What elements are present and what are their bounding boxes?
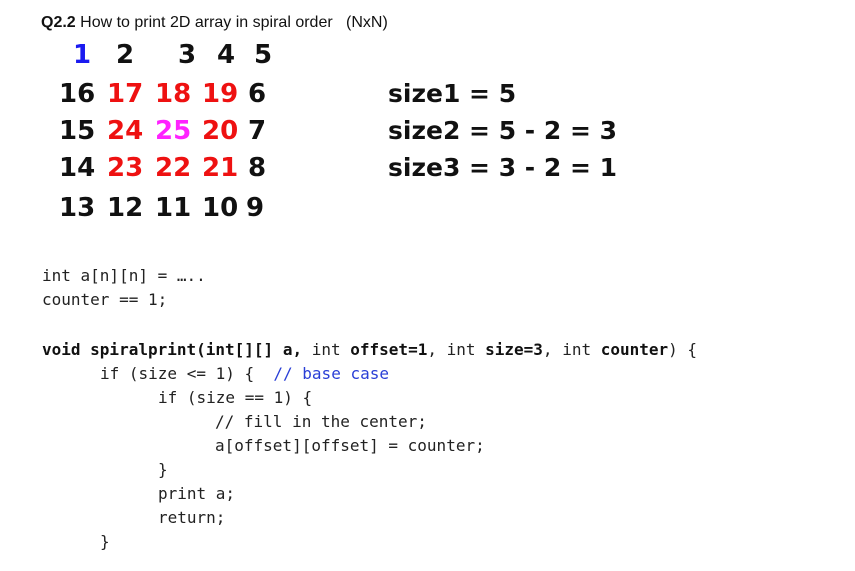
matrix-cell: 22 [155,153,192,183]
matrix-cell: 1 [73,40,92,70]
matrix-cell: 10 [202,193,239,223]
matrix-cell: 21 [202,153,239,183]
code-if-inner: if (size == 1) { [158,388,313,407]
code-sig-int1: int [302,340,351,359]
code-return: return; [158,508,226,527]
code-assign: a[offset][offset] = counter; [215,436,485,455]
size2-formula: size2 = 5 - 2 = 3 [388,116,618,145]
matrix-cell: 24 [107,116,144,146]
matrix-cell: 17 [107,79,144,109]
matrix-cell: 16 [59,79,96,109]
matrix-cell: 19 [202,79,239,109]
matrix-cell: 23 [107,153,144,183]
size3-formula: size3 = 3 - 2 = 1 [388,153,618,182]
matrix-cell: 3 [178,40,197,70]
code-close-inner: } [158,460,168,479]
matrix-cell: 13 [59,193,96,223]
matrix-cell: 7 [248,116,267,146]
matrix-cell: 9 [246,193,265,223]
code-comment-fill: // fill in the center; [215,412,427,431]
matrix-cell: 14 [59,153,96,183]
code-print: print a; [158,484,236,503]
code-decl-counter: counter == 1; [42,290,168,309]
code-sig-offset: offset=1 [350,340,428,359]
matrix-cell: 6 [248,79,267,109]
code-sig-void: void spiralprint(int[][] a, [42,340,303,359]
code-if-outer: if (size <= 1) { [100,364,274,383]
size1-formula: size1 = 5 [388,79,517,108]
matrix-cell: 11 [155,193,192,223]
code-comment-base-case: // base case [273,364,389,383]
matrix-cell: 18 [155,79,192,109]
code-if-outer-line: if (size <= 1) { // base case [100,362,389,386]
code-sig-counter: counter [600,340,669,359]
matrix-cell: 4 [217,40,236,70]
matrix-cell: 2 [116,40,135,70]
matrix-cell: 5 [254,40,273,70]
code-decl-array: int a[n][n] = ….. [42,266,206,285]
code-sig-comma2: , int [542,340,601,359]
matrix-cell: 12 [107,193,144,223]
matrix-cell: 8 [248,153,267,183]
code-close-outer: } [100,532,110,551]
matrix-cell: 15 [59,116,96,146]
code-sig-comma1: , int [427,340,486,359]
code-function-signature: void spiralprint(int[][] a, int offset=1… [42,338,697,362]
matrix-cell: 25 [155,116,192,146]
code-sig-end: ) { [668,340,698,359]
matrix-cell: 20 [202,116,239,146]
code-sig-size: size=3 [485,340,543,359]
